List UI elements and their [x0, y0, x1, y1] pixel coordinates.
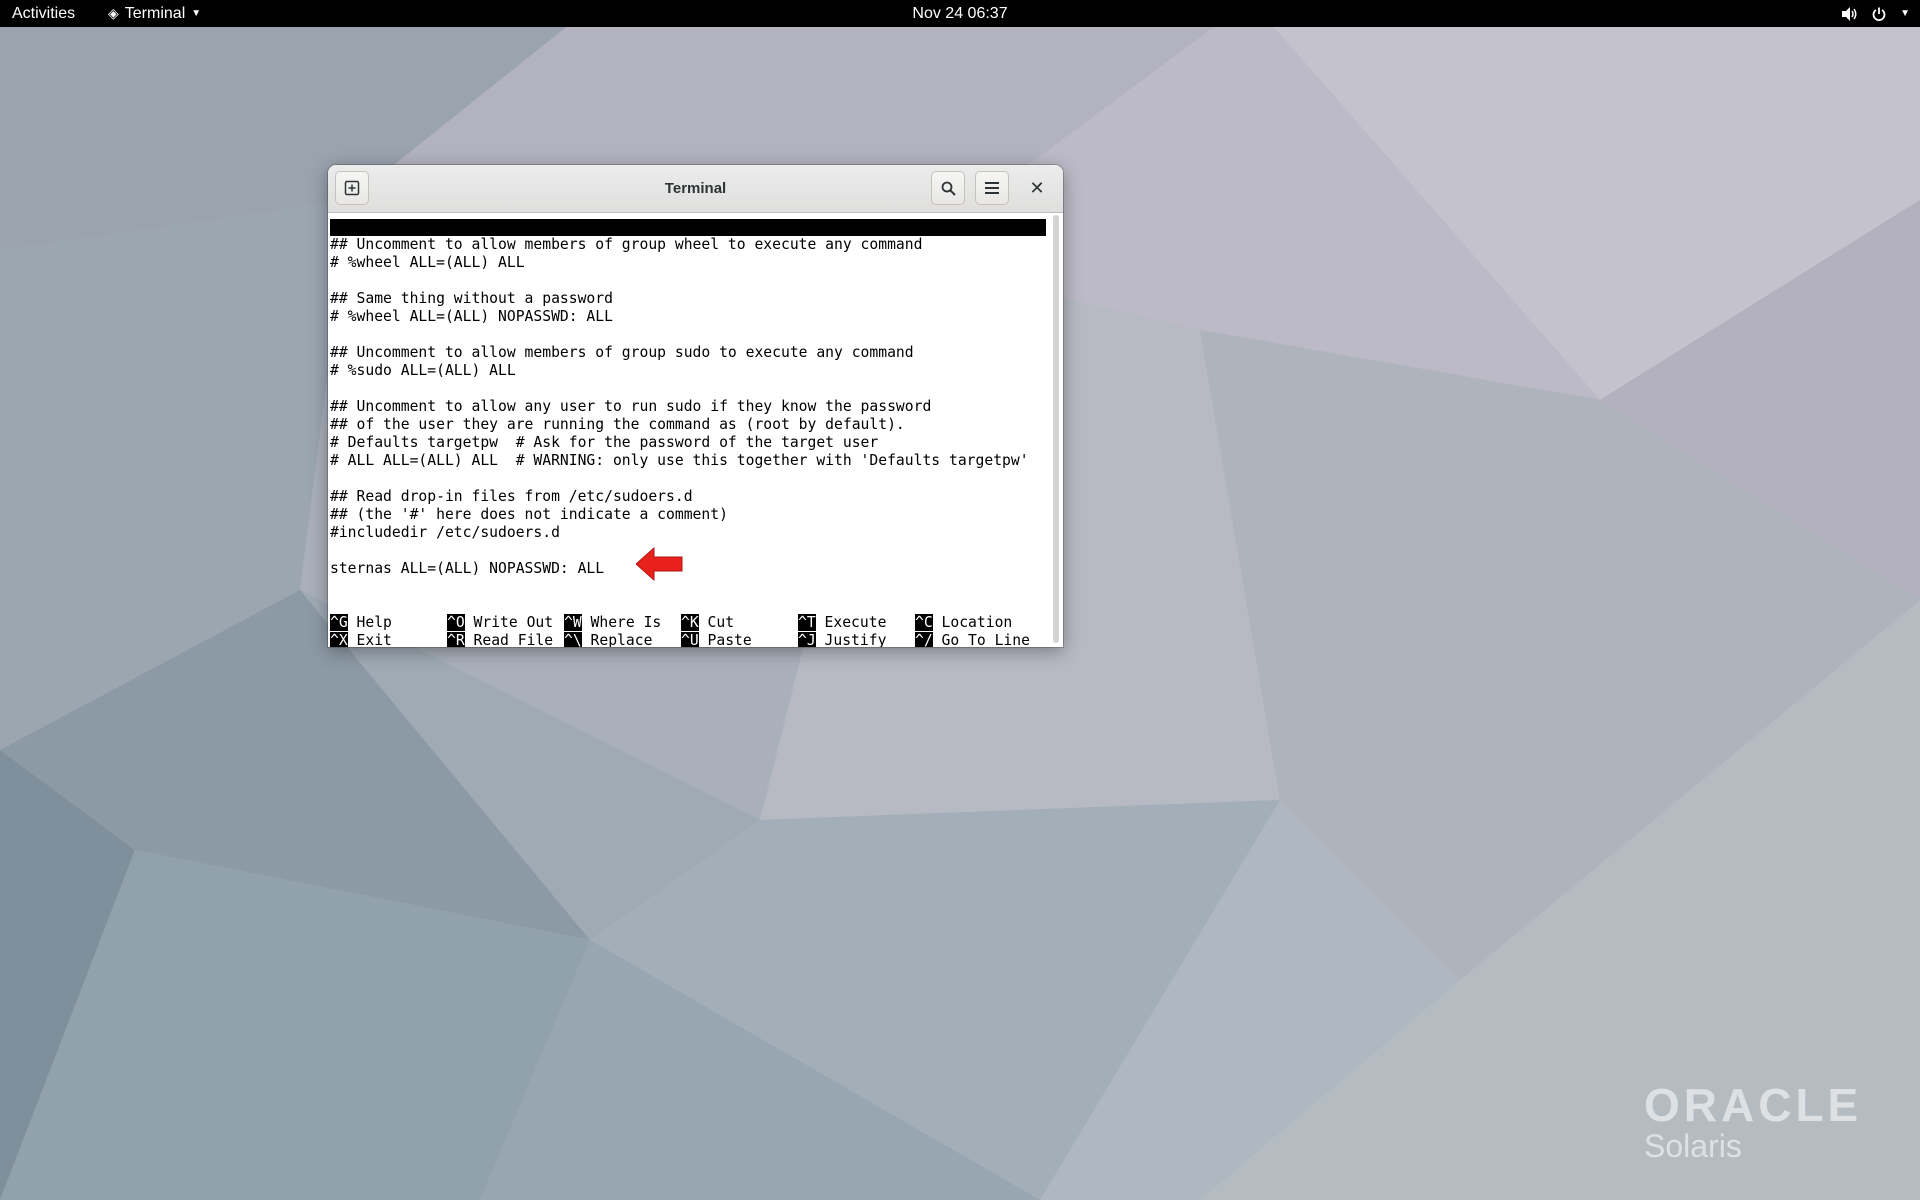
nano-title-bar: GNU nano 5.9 /etc/sudoers [330, 219, 1046, 270]
system-status-menu[interactable]: ▼ [1842, 0, 1910, 27]
file-line: # %wheel ALL=(ALL) NOPASSWD: ALL [330, 308, 613, 325]
file-line: # ALL ALL=(ALL) ALL # WARNING: only use … [330, 452, 1029, 469]
file-line: ## Same thing without a password [330, 290, 613, 307]
file-line: ## (the '#' here does not indicate a com… [330, 506, 728, 523]
oracle-brand: ORACLE [1644, 1079, 1863, 1131]
left-arrow-icon [636, 546, 683, 582]
search-button[interactable] [931, 171, 965, 205]
shortcut-write-out: ^O Write Out [447, 614, 554, 631]
file-line: ## Read drop-in files from /etc/sudoers.… [330, 488, 693, 505]
shortcut-replace: ^\ Replace [564, 632, 653, 647]
terminal-content[interactable]: GNU nano 5.9 /etc/sudoers ## Uncomment t… [328, 213, 1049, 647]
shortcut-cut: ^K Cut [681, 614, 735, 631]
menu-button[interactable] [975, 171, 1009, 205]
top-bar: Activities ◈ Terminal ▼ Nov 24 06:37 ▼ [0, 0, 1920, 27]
shortcut-execute: ^T Execute [798, 614, 887, 631]
file-line: ## Uncomment to allow members of group w… [330, 236, 923, 253]
new-tab-icon [344, 180, 360, 196]
file-line: # %sudo ALL=(ALL) ALL [330, 362, 516, 379]
file-line: # Defaults targetpw # Ask for the passwo… [330, 434, 879, 451]
file-line: #includedir /etc/sudoers.d [330, 524, 560, 541]
shortcut-go-to-line: ^/ Go To Line [915, 632, 1030, 647]
search-icon [941, 181, 956, 196]
shortcut-justify: ^J Justify [798, 632, 887, 647]
terminal-window: Terminal ✕ GNU nano 5.9 /etc/sudoers ## … [328, 165, 1063, 647]
app-menu-label: Terminal [124, 5, 186, 22]
oracle-solaris-logo: ORACLE Solaris [1644, 1078, 1862, 1165]
chevron-down-icon: ▼ [191, 8, 202, 19]
terminal-scrollbar[interactable] [1053, 215, 1059, 643]
file-line: ## of the user they are running the comm… [330, 416, 905, 433]
hamburger-menu-icon [985, 182, 999, 194]
close-button[interactable]: ✕ [1020, 171, 1054, 205]
sudoers-user-entry: sternas ALL=(ALL) NOPASSWD: ALL [330, 560, 605, 577]
new-tab-button[interactable] [335, 171, 369, 205]
close-icon: ✕ [1029, 177, 1045, 198]
solaris-product-name: Solaris [1644, 1128, 1742, 1164]
shortcut-paste: ^U Paste [681, 632, 752, 647]
app-menu[interactable]: ◈ Terminal ▼ [108, 0, 201, 27]
activities-button[interactable]: Activities [12, 0, 75, 27]
shortcut-exit: ^X Exit [330, 632, 392, 647]
shortcut-location: ^C Location [915, 614, 1013, 631]
volume-icon [1842, 6, 1857, 21]
chevron-down-icon: ▼ [1900, 8, 1910, 19]
window-header-bar[interactable]: Terminal ✕ [328, 165, 1063, 213]
file-line: ## Uncomment to allow members of group s… [330, 344, 914, 361]
shortcut-read-file: ^R Read File [447, 632, 554, 647]
clock[interactable]: Nov 24 06:37 [912, 5, 1007, 22]
file-line: # %wheel ALL=(ALL) ALL [330, 254, 525, 271]
shortcut-help: ^G Help [330, 614, 392, 631]
file-line: ## Uncomment to allow any user to run su… [330, 398, 932, 415]
terminal-app-icon: ◈ [108, 5, 119, 21]
shortcut-where-is: ^W Where Is [564, 614, 662, 631]
power-icon [1872, 7, 1886, 21]
